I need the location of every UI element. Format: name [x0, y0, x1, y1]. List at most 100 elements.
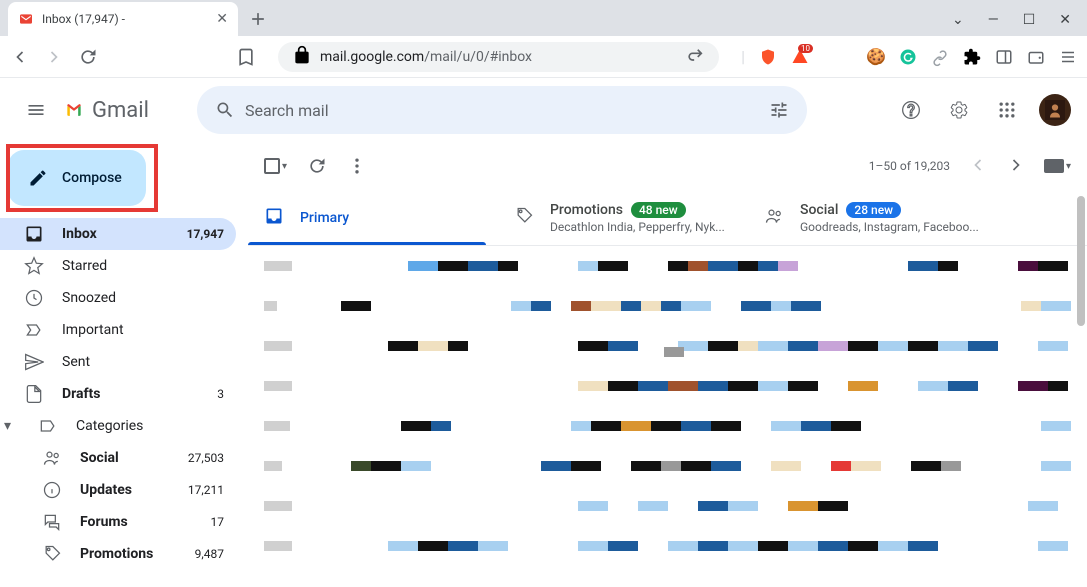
- sidebar-subitem-updates[interactable]: Updates 17,211: [0, 474, 236, 506]
- select-all-checkbox[interactable]: ▾: [264, 158, 287, 174]
- refresh-button[interactable]: [307, 156, 327, 176]
- settings-icon[interactable]: [939, 90, 979, 130]
- back-button[interactable]: [10, 47, 30, 67]
- extensions-puzzle-icon[interactable]: [963, 48, 981, 66]
- search-bar[interactable]: [197, 86, 807, 134]
- browser-toolbar: mail.google.com/mail/u/0/#inbox | 10 🍪: [0, 36, 1087, 78]
- keyboard-icon: [1044, 159, 1064, 173]
- browser-menu-icon[interactable]: [1059, 48, 1077, 66]
- star-icon: [24, 256, 44, 276]
- bookmark-icon[interactable]: [236, 47, 256, 67]
- email-row[interactable]: [248, 366, 1087, 406]
- sidebar-item-important[interactable]: Important: [0, 314, 236, 346]
- sidebar-item-categories[interactable]: ▾ Categories: [0, 410, 236, 442]
- sidebar-subitem-label: Social: [80, 450, 170, 466]
- pagination: 1–50 of 19,203 ▾: [869, 155, 1071, 178]
- tag-icon: [514, 206, 534, 230]
- sidepanel-icon[interactable]: [995, 48, 1013, 66]
- forward-button[interactable]: [44, 47, 64, 67]
- browser-tab-title: Inbox (17,947) -: [42, 12, 208, 26]
- sidebar-item-label: Drafts: [62, 386, 199, 402]
- prev-page-button[interactable]: [968, 155, 988, 178]
- search-icon[interactable]: [205, 90, 245, 130]
- email-row[interactable]: [248, 286, 1087, 326]
- sidebar-item-label: Sent: [62, 354, 224, 370]
- category-tabs: Primary Promotions48 new Decathlon India…: [248, 190, 1087, 246]
- tab-label: Promotions48 new: [550, 202, 725, 218]
- account-avatar[interactable]: [1039, 94, 1071, 126]
- new-badge: 48 new: [631, 202, 686, 218]
- people-icon: [42, 448, 62, 468]
- tab-subtitle: Goodreads, Instagram, Faceboo...: [800, 220, 979, 234]
- inbox-icon: [24, 224, 44, 244]
- sidebar-subitem-label: Promotions: [80, 546, 177, 562]
- tab-social[interactable]: Social28 new Goodreads, Instagram, Faceb…: [748, 190, 998, 245]
- sidebar-item-count: 17,947: [187, 227, 224, 241]
- brave-shield-icon[interactable]: [759, 48, 777, 66]
- main-layout: Compose Inbox 17,947 Starred Snoozed Imp…: [0, 142, 1087, 587]
- sidebar-subitem-social[interactable]: Social 27,503: [0, 442, 236, 474]
- important-icon: [24, 320, 44, 340]
- new-badge: 28 new: [846, 202, 901, 218]
- gmail-logo[interactable]: Gmail: [64, 98, 149, 123]
- input-tools-button[interactable]: ▾: [1044, 159, 1071, 173]
- main-menu-button[interactable]: [16, 90, 56, 130]
- grammarly-ext-icon[interactable]: [899, 48, 917, 66]
- brave-rewards-icon[interactable]: 10: [791, 48, 809, 66]
- email-row[interactable]: [248, 326, 1087, 366]
- sidebar-item-count: 3: [217, 387, 224, 401]
- email-row[interactable]: [248, 406, 1087, 446]
- cookie-ext-icon[interactable]: 🍪: [867, 48, 885, 66]
- sidebar-subitem-promotions[interactable]: Promotions 9,487: [0, 538, 236, 570]
- lock-icon: [292, 45, 312, 69]
- next-page-button[interactable]: [1006, 155, 1026, 178]
- extensions-area: 10 🍪: [759, 48, 1077, 66]
- new-tab-button[interactable]: [244, 5, 272, 33]
- url-text: mail.google.com/mail/u/0/#inbox: [320, 49, 677, 65]
- email-row[interactable]: [248, 446, 1087, 486]
- checkbox-icon: [264, 158, 280, 174]
- sidebar-item-label: Categories: [76, 418, 224, 434]
- apps-icon[interactable]: [987, 90, 1027, 130]
- gmail-logo-icon: [64, 100, 84, 120]
- info-icon: [42, 480, 62, 500]
- tab-primary[interactable]: Primary: [248, 190, 498, 245]
- compose-button[interactable]: Compose: [8, 150, 146, 206]
- sidebar-item-drafts[interactable]: Drafts 3: [0, 378, 236, 410]
- send-icon: [24, 352, 44, 372]
- window-dropdown-icon[interactable]: ⌄: [952, 12, 964, 28]
- sidebar-subitem-forums[interactable]: Forums 17: [0, 506, 236, 538]
- close-window-icon[interactable]: ✕: [1059, 12, 1071, 28]
- sidebar-item-starred[interactable]: Starred: [0, 250, 236, 282]
- link-ext-icon[interactable]: [931, 48, 949, 66]
- forum-icon: [42, 512, 62, 532]
- minimize-icon[interactable]: —: [988, 12, 999, 28]
- tab-label: Social28 new: [800, 202, 979, 218]
- email-row[interactable]: [248, 526, 1087, 566]
- maximize-icon[interactable]: ☐: [1023, 12, 1036, 28]
- close-tab-icon[interactable]: ✕: [216, 11, 228, 27]
- url-bar[interactable]: mail.google.com/mail/u/0/#inbox: [278, 42, 719, 72]
- support-icon[interactable]: [891, 90, 931, 130]
- scrollbar[interactable]: [1077, 196, 1085, 326]
- browser-tab[interactable]: Inbox (17,947) - ✕: [8, 2, 238, 36]
- wallet-icon[interactable]: [1027, 48, 1045, 66]
- email-row[interactable]: [248, 486, 1087, 526]
- reload-button[interactable]: [78, 47, 98, 67]
- tab-promotions[interactable]: Promotions48 new Decathlon India, Pepper…: [498, 190, 748, 245]
- clock-icon: [24, 288, 44, 308]
- email-list: [248, 246, 1087, 587]
- sidebar-item-label: Snoozed: [62, 290, 224, 306]
- people-icon: [764, 206, 784, 230]
- sidebar: Compose Inbox 17,947 Starred Snoozed Imp…: [0, 142, 248, 587]
- search-options-icon[interactable]: [759, 90, 799, 130]
- email-row[interactable]: [248, 246, 1087, 286]
- sidebar-item-inbox[interactable]: Inbox 17,947: [0, 218, 236, 250]
- more-actions-button[interactable]: [347, 156, 367, 176]
- search-input[interactable]: [245, 101, 759, 120]
- share-icon[interactable]: [685, 45, 705, 69]
- pencil-icon: [28, 168, 48, 188]
- sidebar-item-snoozed[interactable]: Snoozed: [0, 282, 236, 314]
- sidebar-item-sent[interactable]: Sent: [0, 346, 236, 378]
- gmail-favicon-icon: [18, 11, 34, 27]
